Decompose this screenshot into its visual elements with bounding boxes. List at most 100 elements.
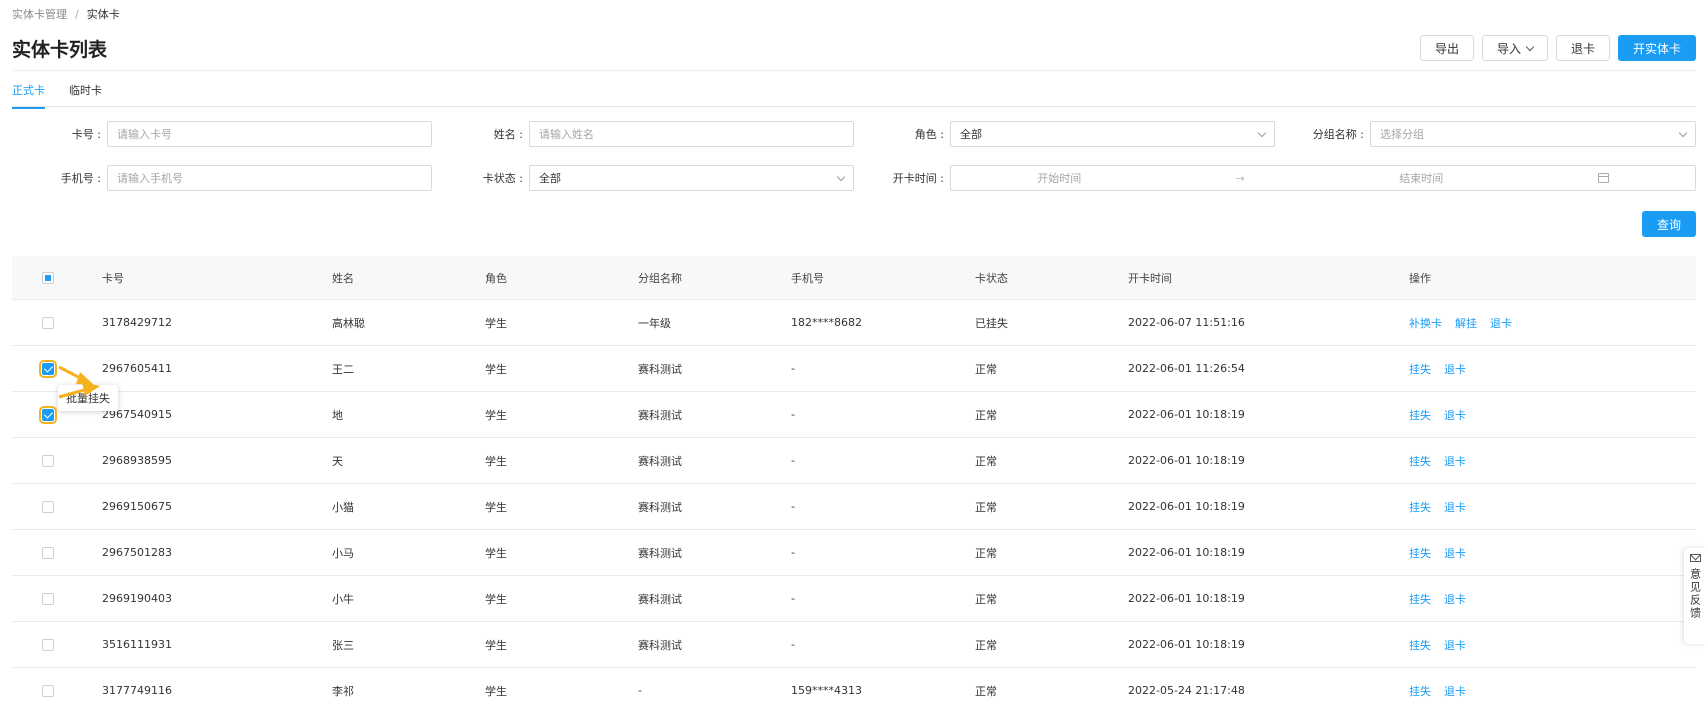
export-button[interactable]: 导出 [1419, 35, 1474, 61]
operation-link[interactable]: 退卡 [1444, 407, 1466, 423]
card-number-cell: 2967501283 [102, 546, 172, 559]
holder-name-cell: 天 [332, 454, 343, 468]
name-input[interactable]: 请输入姓名 [529, 121, 854, 147]
operation-link[interactable]: 退卡 [1444, 683, 1466, 699]
card-status-select[interactable]: 全部 [529, 165, 854, 191]
card-no-label: 卡号 : [71, 128, 101, 141]
operation-link[interactable]: 退卡 [1444, 545, 1466, 561]
start-time-placeholder[interactable]: 开始时间 [1037, 170, 1081, 186]
filter-card-status: 卡状态 : 全部 [440, 165, 854, 191]
chevron-down-icon [1525, 42, 1535, 51]
operation-link[interactable]: 退卡 [1490, 315, 1512, 331]
group-select[interactable]: 选择分组 [1370, 121, 1696, 147]
row-checkbox[interactable] [42, 638, 54, 651]
end-time-placeholder[interactable]: 结束时间 [1399, 170, 1443, 186]
operation-link[interactable]: 挂失 [1409, 683, 1431, 699]
import-button[interactable]: 导入 [1481, 35, 1548, 61]
operation-link[interactable]: 退卡 [1444, 591, 1466, 607]
operation-link[interactable]: 挂失 [1409, 545, 1431, 561]
table-row: 3177749116 李祁 学生 - 159****4313 正常 2022-05-24 2… [12, 668, 1696, 704]
card-number-cell: 3516111931 [102, 638, 172, 651]
operations-cell: 挂失 退卡 [1409, 361, 1696, 377]
table-row: 2967501283 小马 学生 赛科测试 - 正常 2022-06-01 10:18:19… [12, 530, 1696, 576]
group-name-cell: 赛科测试 [638, 454, 682, 468]
card-status-cell: 正常 [975, 684, 997, 698]
breadcrumb: 实体卡管理 / 实体卡 [12, 6, 120, 22]
group-placeholder: 选择分组 [1380, 128, 1424, 141]
operation-link[interactable]: 补换卡 [1409, 315, 1442, 331]
operations-cell: 挂失 退卡 [1409, 591, 1696, 607]
phone-cell: - [791, 454, 795, 467]
refund-card-button[interactable]: 退卡 [1555, 35, 1610, 61]
operation-link[interactable]: 挂失 [1409, 407, 1431, 423]
row-checkbox[interactable] [42, 592, 54, 605]
open-time-label: 开卡时间 : [892, 172, 944, 185]
tabs: 正式卡 临时卡 [12, 82, 102, 109]
card-no-input[interactable]: 请输入卡号 [107, 121, 432, 147]
row-checkbox-cell [12, 454, 102, 467]
role-cell: 学生 [485, 362, 507, 376]
operation-link[interactable]: 退卡 [1444, 453, 1466, 469]
column-header: 卡状态 [975, 271, 1008, 285]
operations-cell: 挂失 退卡 [1409, 407, 1696, 423]
card-status-cell: 正常 [975, 362, 997, 376]
operation-link[interactable]: 解挂 [1455, 315, 1477, 331]
operations-cell: 补换卡 解挂 退卡 [1409, 315, 1696, 331]
filter-open-time: 开卡时间 : 开始时间 → 结束时间 [860, 165, 1696, 191]
holder-name-cell: 高林聪 [332, 316, 365, 330]
operation-link[interactable]: 挂失 [1409, 637, 1431, 653]
table-header: 卡号 姓名 角色 分组名称 手机号 卡状态 开卡时间 操作 [12, 256, 1696, 300]
operation-link[interactable]: 退卡 [1444, 637, 1466, 653]
row-checkbox[interactable] [42, 684, 54, 697]
row-checkbox[interactable] [39, 405, 57, 424]
card-no-placeholder: 请输入卡号 [117, 128, 172, 141]
group-name-cell: 赛科测试 [638, 408, 682, 422]
feedback-button[interactable]: 意见反馈 [1684, 548, 1706, 644]
operation-link[interactable]: 退卡 [1444, 361, 1466, 377]
open-card-button[interactable]: 开实体卡 [1617, 35, 1696, 61]
phone-cell: - [791, 362, 795, 375]
page: 实体卡管理 / 实体卡 实体卡列表 导出 导入 退卡 开实体卡 正式卡 临时卡 卡号… [0, 0, 1706, 704]
row-checkbox[interactable] [42, 454, 54, 467]
operation-link[interactable]: 挂失 [1409, 499, 1431, 515]
filter-name: 姓名 : 请输入姓名 [440, 121, 854, 147]
operation-link[interactable]: 挂失 [1409, 453, 1431, 469]
role-cell: 学生 [485, 316, 507, 330]
feedback-label: 意见反馈 [1688, 568, 1702, 620]
card-status-cell: 已挂失 [975, 316, 1008, 330]
operation-link[interactable]: 退卡 [1444, 499, 1466, 515]
card-number-cell: 3177749116 [102, 684, 172, 697]
table-body: 3178429712 高林聪 学生 一年级 182****8682 已挂失 2022-06-… [12, 300, 1696, 704]
row-checkbox-cell [12, 684, 102, 697]
operation-link[interactable]: 挂失 [1409, 591, 1431, 607]
tab-formal-card[interactable]: 正式卡 [12, 82, 45, 109]
import-label: 导入 [1496, 41, 1521, 56]
table-row: 2969150675 小猫 学生 赛科测试 - 正常 2022-06-01 10:18:19… [12, 484, 1696, 530]
holder-name-cell: 李祁 [332, 684, 354, 698]
filter-card-no: 卡号 : 请输入卡号 [12, 121, 432, 147]
breadcrumb-parent[interactable]: 实体卡管理 [12, 8, 67, 21]
row-checkbox[interactable] [42, 316, 54, 329]
query-button[interactable]: 查询 [1641, 211, 1696, 237]
role-cell: 学生 [485, 638, 507, 652]
tab-temporary-card[interactable]: 临时卡 [69, 82, 102, 109]
operation-link[interactable]: 挂失 [1409, 361, 1431, 377]
phone-label: 手机号 : [60, 172, 101, 185]
row-checkbox-cell [12, 500, 102, 513]
row-checkbox[interactable] [42, 500, 54, 513]
row-checkbox[interactable] [39, 359, 57, 378]
select-all-checkbox[interactable] [42, 271, 54, 284]
table-row: 3178429712 高林聪 学生 一年级 182****8682 已挂失 2022-06-… [12, 300, 1696, 346]
holder-name-cell: 地 [332, 408, 343, 422]
card-status-label: 卡状态 : [482, 172, 523, 185]
top-actions: 导出 导入 退卡 开实体卡 [1419, 35, 1696, 61]
operations-cell: 挂失 退卡 [1409, 637, 1696, 653]
row-checkbox[interactable] [42, 546, 54, 559]
table-row: 2967540915 地 学生 赛科测试 - 正常 2022-06-01 10:18:19 挂… [12, 392, 1696, 438]
role-select[interactable]: 全部 [950, 121, 1275, 147]
card-number-cell: 2968938595 [102, 454, 172, 467]
open-time-range[interactable]: 开始时间 → 结束时间 [950, 165, 1696, 191]
group-name-cell: 一年级 [638, 316, 671, 330]
phone-input[interactable]: 请输入手机号 [107, 165, 432, 191]
column-header: 开卡时间 [1128, 271, 1172, 285]
